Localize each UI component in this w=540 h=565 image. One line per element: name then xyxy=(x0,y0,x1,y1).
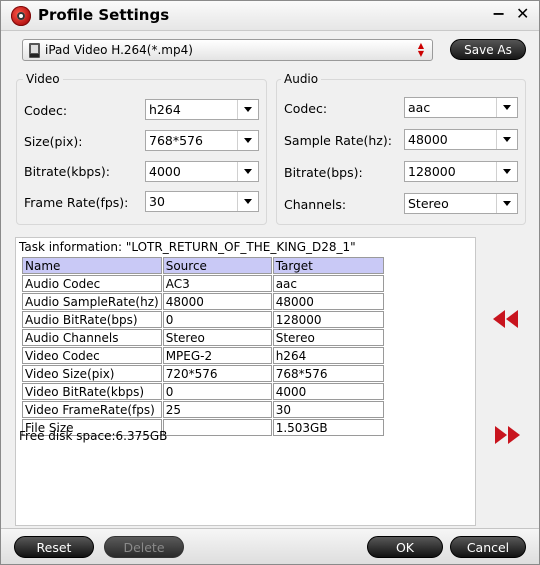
chevron-down-icon xyxy=(496,98,517,117)
profile-settings-window: Profile Settings − ✕ iPad Video H.264(*.… xyxy=(0,0,540,565)
reset-button[interactable]: Reset xyxy=(14,536,94,558)
video-bitrate-value: 4000 xyxy=(149,164,181,179)
profile-dropdown[interactable]: iPad Video H.264(*.mp4) ▲ ▼ xyxy=(22,39,433,61)
double-right-arrow-icon[interactable] xyxy=(495,426,521,444)
bottom-button-bar: Reset Delete OK Cancel xyxy=(1,528,539,564)
table-row: Video BitRate(kbps) 0 4000 xyxy=(22,383,384,400)
profile-selected-value: iPad Video H.264(*.mp4) xyxy=(45,43,193,57)
ok-button[interactable]: OK xyxy=(367,536,443,558)
free-disk-space: Free disk space:6.375GB xyxy=(19,429,168,443)
cell-target: 768*576 xyxy=(272,365,384,382)
cell-source: 0 xyxy=(162,383,272,400)
video-framerate-label: Frame Rate(fps): xyxy=(24,195,129,210)
cancel-button[interactable]: Cancel xyxy=(450,536,526,558)
cell-name: Video BitRate(kbps) xyxy=(22,383,162,400)
cell-target: 48000 xyxy=(272,293,384,310)
column-header-name: Name xyxy=(22,257,162,274)
cell-source: 48000 xyxy=(162,293,272,310)
chevron-down-icon xyxy=(496,194,517,213)
chevron-down-icon xyxy=(237,192,258,211)
table-row: Video Codec MPEG-2 h264 xyxy=(22,347,384,364)
table-header-row: Name Source Target xyxy=(22,257,384,274)
cell-name: Audio Codec xyxy=(22,275,162,292)
column-header-source: Source xyxy=(162,257,272,274)
audio-samplerate-value: 48000 xyxy=(408,132,448,147)
video-codec-value: h264 xyxy=(149,102,181,117)
table-row: Audio BitRate(bps) 0 128000 xyxy=(22,311,384,328)
cell-source: AC3 xyxy=(162,275,272,292)
video-bitrate-label: Bitrate(kbps): xyxy=(24,164,110,179)
audio-channels-label: Channels: xyxy=(284,197,347,212)
video-settings-group: Video Codec: h264 Size(pix): 768*576 Bit… xyxy=(16,72,267,225)
cell-target: aac xyxy=(272,275,384,292)
cell-source: 25 xyxy=(162,401,272,418)
table-row: Audio SampleRate(hz) 48000 48000 xyxy=(22,293,384,310)
video-codec-select[interactable]: h264 xyxy=(145,99,259,120)
column-header-target: Target xyxy=(272,257,384,274)
cell-source: 720*576 xyxy=(162,365,272,382)
video-size-select[interactable]: 768*576 xyxy=(145,130,259,151)
video-size-value: 768*576 xyxy=(149,133,203,148)
cell-name: Audio SampleRate(hz) xyxy=(22,293,162,310)
app-logo-icon xyxy=(11,6,31,26)
cell-target: 1.503GB xyxy=(272,419,384,436)
cell-target: h264 xyxy=(272,347,384,364)
cell-source xyxy=(162,419,272,436)
cell-target: Stereo xyxy=(272,329,384,346)
video-size-label: Size(pix): xyxy=(24,134,83,149)
audio-samplerate-select[interactable]: 48000 xyxy=(404,129,518,150)
audio-bitrate-select[interactable]: 128000 xyxy=(404,161,518,182)
close-button[interactable]: ✕ xyxy=(516,4,529,23)
chevron-down-icon xyxy=(237,131,258,150)
audio-codec-value: aac xyxy=(408,100,431,115)
cell-source: Stereo xyxy=(162,329,272,346)
audio-channels-value: Stereo xyxy=(408,196,449,211)
window-title: Profile Settings xyxy=(38,6,170,24)
chevron-down-icon xyxy=(496,162,517,181)
chevron-down-icon xyxy=(237,100,258,119)
dropdown-updown-icon: ▲ ▼ xyxy=(417,41,425,58)
audio-group-title: Audio xyxy=(281,72,322,86)
table-row: Video Size(pix) 720*576 768*576 xyxy=(22,365,384,382)
audio-codec-select[interactable]: aac xyxy=(404,97,518,118)
audio-samplerate-label: Sample Rate(hz): xyxy=(284,133,392,148)
cell-name: Video Codec xyxy=(22,347,162,364)
task-info-panel[interactable]: Task information: "LOTR_RETURN_OF_THE_KI… xyxy=(15,237,476,526)
audio-bitrate-value: 128000 xyxy=(408,164,456,179)
delete-button[interactable]: Delete xyxy=(104,536,184,558)
cell-source: MPEG-2 xyxy=(162,347,272,364)
video-framerate-select[interactable]: 30 xyxy=(145,191,259,212)
table-row: Video FrameRate(fps) 25 30 xyxy=(22,401,384,418)
task-info-title: Task information: "LOTR_RETURN_OF_THE_KI… xyxy=(19,240,356,254)
cell-target: 30 xyxy=(272,401,384,418)
cell-target: 4000 xyxy=(272,383,384,400)
cell-target: 128000 xyxy=(272,311,384,328)
audio-codec-label: Codec: xyxy=(284,101,328,116)
chevron-down-icon xyxy=(496,130,517,149)
task-info-table: Name Source Target Audio Codec AC3 aac A… xyxy=(21,256,385,437)
cell-name: Audio Channels xyxy=(22,329,162,346)
audio-settings-group: Audio Codec: aac Sample Rate(hz): 48000 … xyxy=(276,72,526,225)
video-framerate-value: 30 xyxy=(149,194,165,209)
table-row: Audio Codec AC3 aac xyxy=(22,275,384,292)
save-as-button[interactable]: Save As xyxy=(450,39,526,60)
video-bitrate-select[interactable]: 4000 xyxy=(145,161,259,182)
cell-name: Audio BitRate(bps) xyxy=(22,311,162,328)
video-group-title: Video xyxy=(23,72,63,86)
title-bar: Profile Settings − ✕ xyxy=(1,1,539,31)
ipad-device-icon xyxy=(29,43,40,58)
cell-name: Video Size(pix) xyxy=(22,365,162,382)
video-codec-label: Codec: xyxy=(24,103,68,118)
minimize-button[interactable]: − xyxy=(492,4,505,23)
cell-name: Video FrameRate(fps) xyxy=(22,401,162,418)
audio-channels-select[interactable]: Stereo xyxy=(404,193,518,214)
table-row: Audio Channels Stereo Stereo xyxy=(22,329,384,346)
audio-bitrate-label: Bitrate(bps): xyxy=(284,165,363,180)
double-left-arrow-icon[interactable] xyxy=(493,310,519,328)
cell-source: 0 xyxy=(162,311,272,328)
chevron-down-icon xyxy=(237,162,258,181)
